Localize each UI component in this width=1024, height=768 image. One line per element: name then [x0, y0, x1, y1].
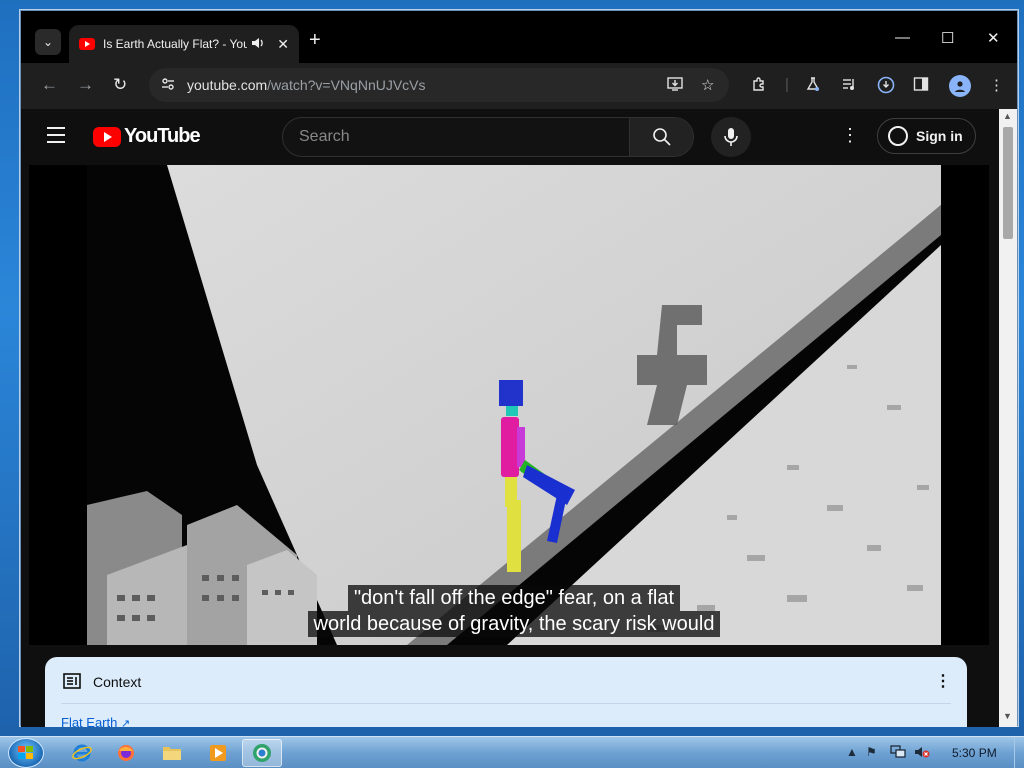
close-window-button[interactable]: ✕: [987, 29, 1000, 47]
forward-button[interactable]: →: [77, 75, 94, 95]
media-control-icon[interactable]: [841, 76, 857, 96]
video-scene-image: [87, 165, 941, 645]
folder-icon: [163, 747, 181, 760]
media-player-icon: [210, 745, 226, 761]
sign-in-label: Sign in: [916, 128, 963, 144]
chrome-icon: [253, 744, 271, 762]
site-info-icon[interactable]: [161, 77, 175, 94]
toolbar-divider: |: [785, 76, 789, 93]
tab-close-icon[interactable]: ✕: [277, 36, 289, 53]
hamburger-menu-icon[interactable]: [47, 127, 65, 148]
tab-youtube[interactable]: Is Earth Actually Flat? - YouTube ✕: [69, 25, 299, 63]
volume-muted-icon[interactable]: [914, 745, 930, 762]
youtube-logo[interactable]: YouTube: [93, 125, 201, 148]
address-bar[interactable]: youtube.com/watch?v=VNqNnUJVcVs ☆: [149, 68, 729, 102]
context-link-flat-earth[interactable]: Flat Earth ↗: [61, 715, 130, 727]
youtube-page: YouTube ⋮ Sign in: [21, 109, 999, 727]
side-panel-icon[interactable]: [913, 76, 929, 96]
voice-search-button[interactable]: [711, 117, 751, 157]
context-link-label: Flat Earth: [61, 715, 118, 727]
video-player[interactable]: "don't fall off the edge" fear, on a fla…: [29, 165, 989, 645]
downloads-icon[interactable]: [877, 76, 895, 98]
youtube-favicon-icon: [79, 38, 95, 50]
context-more-button[interactable]: ⋮: [935, 671, 951, 691]
search-input[interactable]: [283, 118, 629, 156]
tab-title: Is Earth Actually Flat? - YouTube: [103, 37, 248, 51]
caption-line-1: "don't fall off the edge" fear, on a fla…: [347, 585, 681, 611]
tab-strip: ⌄ Is Earth Actually Flat? - YouTube ✕ + …: [21, 11, 1017, 63]
back-button[interactable]: ←: [41, 75, 58, 95]
taskbar-file-explorer[interactable]: [152, 739, 192, 767]
taskbar-media-player[interactable]: [198, 739, 238, 767]
page-scrollbar[interactable]: ▲ ▼: [999, 109, 1017, 727]
youtube-header: YouTube ⋮ Sign in: [21, 109, 999, 165]
microphone-icon: [724, 128, 738, 146]
system-clock[interactable]: 5:30 PM: [952, 746, 997, 760]
browser-window: ⌄ Is Earth Actually Flat? - YouTube ✕ + …: [20, 10, 1018, 727]
browser-toolbar: ← → ↻ youtube.com/watch?v=VNqNnUJVcVs ☆ …: [21, 63, 1017, 109]
settings-more-button[interactable]: ⋮: [841, 125, 859, 146]
video-frame[interactable]: "don't fall off the edge" fear, on a fla…: [87, 165, 941, 645]
windows-logo-icon: [18, 746, 34, 760]
scroll-down-arrow-icon[interactable]: ▼: [1003, 711, 1012, 721]
reload-button[interactable]: ↻: [113, 75, 127, 95]
account-circle-icon: [888, 126, 908, 146]
search-box: [282, 117, 694, 157]
chevron-down-icon: ⌄: [42, 35, 54, 49]
minimize-button[interactable]: —: [895, 29, 910, 46]
firefox-icon: [118, 745, 134, 761]
labs-flask-icon[interactable]: [805, 76, 821, 96]
search-button[interactable]: [629, 118, 693, 156]
show-hidden-icons-icon[interactable]: ▲: [846, 745, 858, 759]
extensions-icon[interactable]: [751, 76, 767, 96]
show-desktop-button[interactable]: [1014, 737, 1024, 768]
browser-menu-icon[interactable]: ⋮: [989, 76, 1004, 94]
tab-search-button[interactable]: ⌄: [35, 29, 61, 55]
context-notes-icon: [63, 673, 81, 694]
context-title: Context: [93, 674, 142, 690]
internet-explorer-icon: [72, 744, 92, 762]
external-link-icon: ↗: [120, 718, 131, 727]
caption-line-2: world because of gravity, the scary risk…: [307, 611, 721, 637]
speaker-icon[interactable]: [251, 37, 265, 52]
url-path: /watch?v=VNqNnUJVcVs: [267, 77, 426, 93]
action-center-flag-icon[interactable]: ⚑: [866, 745, 877, 759]
youtube-logo-text: YouTube: [124, 125, 201, 147]
profile-avatar-icon[interactable]: [949, 75, 971, 97]
taskbar-chrome[interactable]: [242, 739, 282, 767]
scroll-up-arrow-icon[interactable]: ▲: [1003, 111, 1012, 121]
windows-taskbar: ▲ ⚑ 5:30 PM: [0, 736, 1024, 768]
captions: "don't fall off the edge" fear, on a fla…: [87, 585, 941, 637]
context-divider: [61, 703, 951, 704]
network-icon[interactable]: [890, 745, 906, 762]
context-panel: Context ⋮ Flat Earth ↗: [45, 657, 967, 727]
url-text: youtube.com/watch?v=VNqNnUJVcVs: [187, 77, 426, 93]
sign-in-button[interactable]: Sign in: [877, 118, 976, 154]
url-host: youtube.com: [187, 77, 268, 93]
taskbar-internet-explorer[interactable]: [62, 739, 102, 767]
maximize-button[interactable]: ☐: [941, 29, 954, 47]
install-app-icon[interactable]: [667, 76, 683, 96]
youtube-play-logo-icon: [93, 126, 121, 147]
bookmark-star-icon[interactable]: ☆: [701, 76, 714, 94]
search-icon: [652, 128, 671, 146]
start-button[interactable]: [8, 738, 44, 768]
taskbar-firefox[interactable]: [106, 739, 146, 767]
new-tab-button[interactable]: +: [309, 29, 321, 52]
scroll-thumb[interactable]: [1003, 127, 1013, 239]
